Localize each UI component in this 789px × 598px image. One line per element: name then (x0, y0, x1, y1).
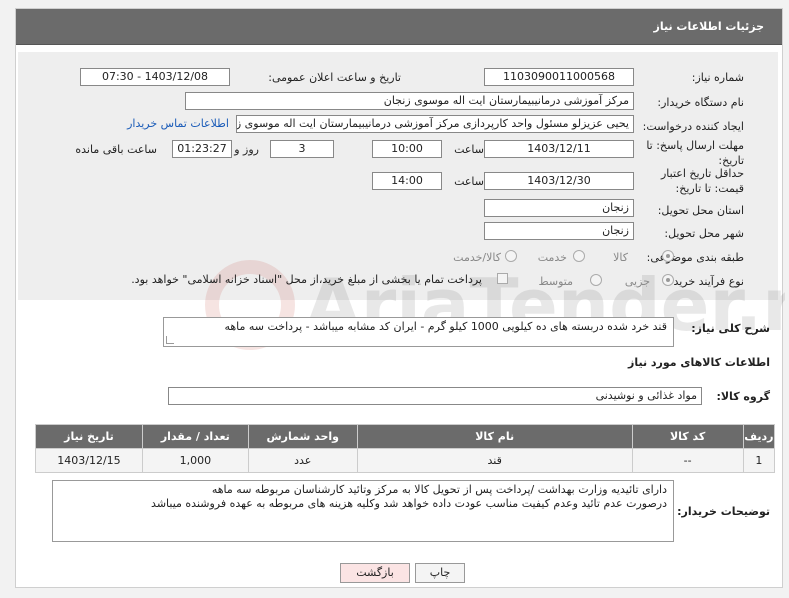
col-need-date: تاریخ نیاز (35, 424, 143, 449)
table-row: 1 -- قند عدد 1,000 1403/12/15 (35, 448, 776, 473)
category-option-goods-service: کالا/خدمت (453, 251, 501, 264)
buyer-org-label: نام دستگاه خریدار: (657, 96, 744, 109)
cell-row-number: 1 (742, 448, 776, 473)
city-label: شهر محل تحویل: (664, 227, 744, 240)
days-label: روز و (234, 143, 259, 156)
deadline-time-field: 10:00 (372, 140, 442, 158)
back-button[interactable]: بازگشت (340, 563, 410, 583)
description-label: شرح کلی نیاز: (691, 322, 770, 335)
goods-section-title: اطلاعات کالاهای مورد نیاز (628, 356, 770, 369)
category-radio-goods[interactable] (662, 250, 674, 262)
buyer-notes-line-1: دارای تائیدیه وزارت بهداشت /پرداخت پس از… (211, 483, 667, 496)
category-option-service: خدمت (537, 251, 567, 264)
creator-field: یحیی عزیزلو مسئول واحد کارپردازی مرکز آم… (236, 115, 634, 133)
process-radio-minor[interactable] (662, 274, 674, 286)
cell-quantity: 1,000 (141, 448, 249, 473)
announce-field: 1403/12/08 - 07:30 (80, 68, 230, 86)
announce-label: تاریخ و ساعت اعلان عمومی: (268, 71, 401, 84)
treasury-payment-note: پرداخت تمام یا بخشی از مبلغ خرید،از محل … (131, 273, 482, 286)
panel-header: جزئیات اطلاعات نیاز (16, 9, 782, 45)
description-text: قند خرد شده دربسته های ده کیلویی 1000 کی… (224, 320, 667, 333)
buyer-notes-line-2: درصورت عدم تائید وعدم کیفیت مناسب عودت د… (151, 497, 667, 510)
days-field: 3 (270, 140, 334, 158)
deadline-label: مهلت ارسال پاسخ: تا تاریخ: (646, 139, 744, 167)
buyer-notes-label: توضیحات خریدار: (677, 505, 770, 518)
goods-group-label: گروه کالا: (716, 390, 770, 403)
items-table-header: ردیف کد کالا نام کالا واحد شمارش تعداد /… (35, 424, 776, 449)
city-field: زنجان (484, 222, 634, 240)
process-label: نوع فرآیند خرید : (666, 275, 744, 288)
need-number-field: 1103090011000568 (484, 68, 634, 86)
col-item-name: نام کالا (356, 424, 633, 449)
deadline-date-field: 1403/12/11 (484, 140, 634, 158)
process-radio-medium[interactable] (590, 274, 602, 286)
province-label: استان محل تحویل: (657, 204, 744, 217)
creator-label: ایجاد کننده درخواست: (642, 120, 744, 133)
col-row-number: ردیف (742, 424, 776, 449)
col-unit: واحد شمارش (247, 424, 358, 449)
category-radio-goods-service[interactable] (505, 250, 517, 262)
cell-need-date: 1403/12/15 (35, 448, 143, 473)
resize-handle-icon[interactable] (166, 336, 174, 344)
buyer-org-field: مرکز آموزشی درمانیبیمارستان ایت اله موسو… (185, 92, 634, 110)
deadline-time-label: ساعت (454, 143, 484, 156)
description-textarea[interactable]: قند خرد شده دربسته های ده کیلویی 1000 کی… (163, 317, 674, 347)
cell-unit: عدد (247, 448, 358, 473)
process-option-medium: متوسط (538, 275, 573, 288)
col-quantity: تعداد / مقدار (141, 424, 249, 449)
remaining-label: ساعت باقی مانده (75, 143, 157, 156)
cell-item-name: قند (356, 448, 633, 473)
category-radio-service[interactable] (573, 250, 585, 262)
buyer-contact-link[interactable]: اطلاعات تماس خریدار (127, 117, 229, 130)
remaining-time-field: 01:23:27 (172, 140, 232, 158)
goods-group-field: مواد غذائی و نوشیدنی (168, 387, 702, 405)
validity-time-field: 14:00 (372, 172, 442, 190)
buyer-notes-textarea[interactable]: دارای تائیدیه وزارت بهداشت /پرداخت پس از… (52, 480, 674, 542)
validity-date-field: 1403/12/30 (484, 172, 634, 190)
print-button[interactable]: چاپ (415, 563, 465, 583)
need-number-label: شماره نیاز: (691, 71, 744, 84)
col-item-code: کد کالا (631, 424, 744, 449)
treasury-checkbox[interactable] (497, 273, 508, 284)
cell-item-code: -- (631, 448, 744, 473)
category-option-goods: کالا (613, 251, 628, 264)
province-field: زنجان (484, 199, 634, 217)
items-table: ردیف کد کالا نام کالا واحد شمارش تعداد /… (35, 424, 776, 473)
process-option-minor: جزیی (624, 275, 650, 288)
validity-time-label: ساعت (454, 175, 484, 188)
validity-label: حداقل تاریخ اعتبار قیمت: تا تاریخ: (660, 167, 744, 195)
